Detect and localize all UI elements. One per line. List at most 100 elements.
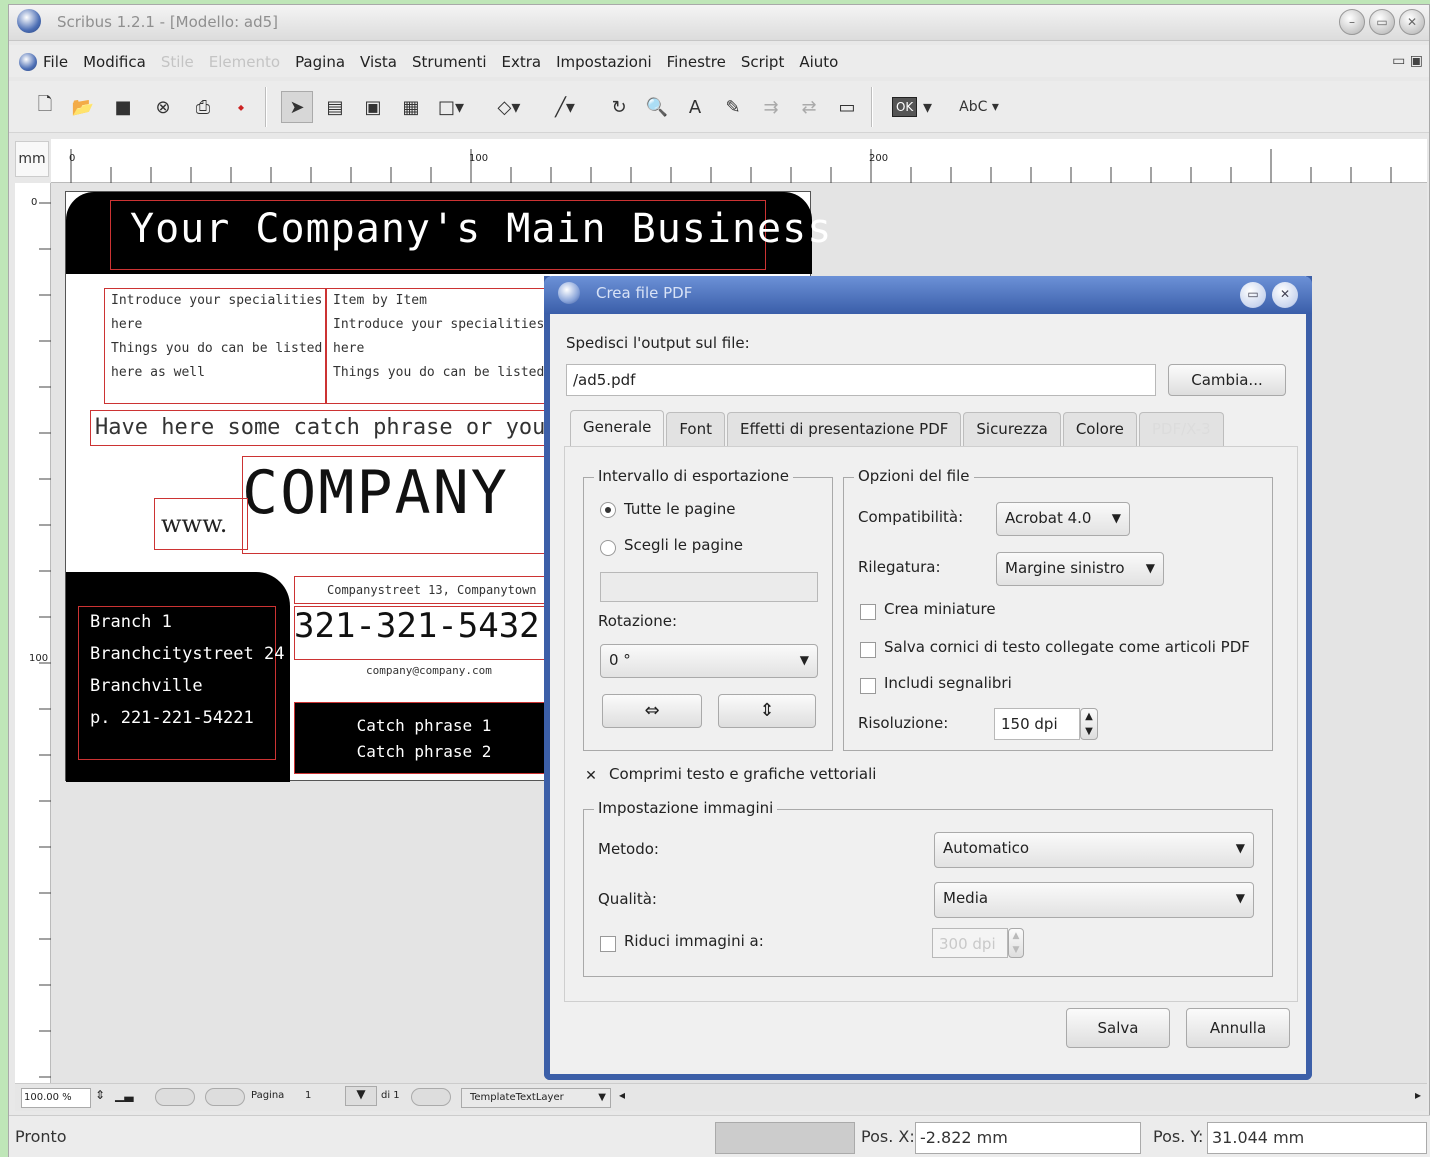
- measure-icon[interactable]: ▭: [831, 91, 863, 123]
- link-icon[interactable]: ⇉: [755, 91, 787, 123]
- mirror-horizontal-button[interactable]: ⇔: [602, 694, 702, 728]
- tab-colore[interactable]: Colore: [1062, 412, 1137, 446]
- unlink-icon[interactable]: ⇄: [793, 91, 825, 123]
- document-menu-icon[interactable]: [19, 53, 37, 71]
- spec-left-2: here: [111, 317, 143, 332]
- ok-icon[interactable]: OK ▾: [885, 91, 939, 123]
- compat-select[interactable]: Acrobat 4.0 ▼: [996, 502, 1130, 536]
- zoom-field[interactable]: 100.00 %: [21, 1088, 91, 1108]
- thumbnails-label[interactable]: Crea miniature: [884, 600, 996, 618]
- image-frame-icon[interactable]: ▣: [357, 91, 389, 123]
- open-folder-icon[interactable]: 📂: [67, 91, 99, 123]
- page-dropdown-icon[interactable]: ▼: [345, 1086, 377, 1106]
- dialog-maximize-icon[interactable]: ▭: [1240, 282, 1266, 308]
- quality-select[interactable]: Media ▼: [934, 882, 1254, 918]
- spell-check-icon[interactable]: AbC ▾: [949, 91, 1009, 123]
- downsample-field[interactable]: 300 dpi: [932, 928, 1008, 958]
- minimize-icon[interactable]: –: [1339, 9, 1365, 35]
- scroll-left-icon[interactable]: ◂: [619, 1088, 625, 1102]
- specialties-left-frame[interactable]: Introduce your specialities here Things …: [104, 288, 326, 404]
- save-linked-frames-checkbox[interactable]: [860, 642, 876, 658]
- restore-icon[interactable]: ▭: [1369, 9, 1395, 35]
- first-page-button[interactable]: [155, 1088, 195, 1106]
- rotate-icon[interactable]: ↻: [603, 91, 635, 123]
- eyedropper-icon[interactable]: ✎: [717, 91, 749, 123]
- tab-font[interactable]: Font: [666, 412, 726, 446]
- new-document-icon[interactable]: 🗋: [29, 91, 61, 123]
- print-icon[interactable]: ⎙: [187, 91, 219, 123]
- tab-generale[interactable]: Generale: [570, 410, 665, 446]
- previous-page-button[interactable]: [205, 1088, 245, 1106]
- bookmarks-label[interactable]: Includi segnalibri: [884, 674, 1012, 692]
- all-pages-label[interactable]: Tutte le pagine: [624, 500, 735, 518]
- file-options-group: Opzioni del file Compatibilità: Acrobat …: [843, 467, 1273, 751]
- tab-effetti-di-presentazione-pdf[interactable]: Effetti di presentazione PDF: [727, 412, 962, 446]
- menu-pagina[interactable]: Pagina: [295, 53, 345, 71]
- text-frame-icon[interactable]: ▤: [319, 91, 351, 123]
- line-icon[interactable]: ╱▾: [549, 91, 581, 123]
- rectangle-icon[interactable]: □▾: [435, 91, 467, 123]
- menu-vista[interactable]: Vista: [360, 53, 397, 71]
- menu-modifica[interactable]: Modifica: [83, 53, 146, 71]
- save-icon[interactable]: ■: [107, 91, 139, 123]
- next-page-button[interactable]: [411, 1088, 451, 1106]
- table-icon[interactable]: ▦: [395, 91, 427, 123]
- pdf-icon[interactable]: ⬩: [225, 91, 257, 123]
- change-file-button[interactable]: Cambia...: [1168, 364, 1286, 396]
- menu-finestre[interactable]: Finestre: [667, 53, 726, 71]
- menu-impostazioni[interactable]: Impostazioni: [556, 53, 652, 71]
- menu-script[interactable]: Script: [741, 53, 785, 71]
- branch-line-2: Branchcitystreet 24: [90, 644, 285, 664]
- save-button[interactable]: Salva: [1066, 1008, 1170, 1048]
- page-field[interactable]: 1: [305, 1090, 311, 1101]
- spec-right-4: Things you do can be listed: [333, 365, 545, 380]
- catch-phrases-frame[interactable]: Catch phrase 1 Catch phrase 2: [294, 702, 554, 774]
- downsample-checkbox[interactable]: [600, 936, 616, 952]
- compress-checkbox[interactable]: ✕: [583, 769, 599, 785]
- resolution-spin-icon[interactable]: ▲ ▼: [1080, 708, 1098, 740]
- page-range-field[interactable]: [600, 572, 818, 602]
- binding-select[interactable]: Margine sinistro ▼: [996, 552, 1164, 586]
- resolution-field[interactable]: 150 dpi: [994, 708, 1080, 740]
- close-window-icon[interactable]: ✕: [1399, 9, 1425, 35]
- method-select[interactable]: Automatico ▼: [934, 832, 1254, 868]
- cancel-button[interactable]: Annulla: [1186, 1008, 1290, 1048]
- chevron-down-icon: ▼: [1145, 561, 1155, 575]
- ruler-unit[interactable]: mm: [15, 141, 49, 177]
- all-pages-radio[interactable]: [600, 502, 616, 518]
- dialog-app-icon[interactable]: [558, 282, 580, 304]
- dialog-close-icon[interactable]: ✕: [1272, 282, 1298, 308]
- menu-strumenti[interactable]: Strumenti: [412, 53, 486, 71]
- downsample-spin-icon[interactable]: ▲ ▼: [1008, 928, 1024, 958]
- edit-text-icon[interactable]: A: [679, 91, 711, 123]
- thumbnails-checkbox[interactable]: [860, 604, 876, 620]
- mdi-window-controls[interactable]: ▭ ▣: [1392, 53, 1423, 69]
- zoom-icon[interactable]: 🔍: [641, 91, 673, 123]
- bookmarks-checkbox[interactable]: [860, 678, 876, 694]
- save-linked-frames-label[interactable]: Salva cornici di testo collegate come ar…: [884, 638, 1250, 656]
- choose-pages-radio[interactable]: [600, 540, 616, 556]
- close-icon[interactable]: ⊗: [147, 91, 179, 123]
- mirror-vertical-button[interactable]: ⇕: [718, 694, 816, 728]
- menu-aiuto[interactable]: Aiuto: [799, 53, 838, 71]
- menu-extra[interactable]: Extra: [502, 53, 542, 71]
- company-street-frame[interactable]: Companystreet 13, Companytown: [294, 576, 554, 604]
- zoom-out-icon[interactable]: ▁▃: [115, 1088, 133, 1102]
- scroll-right-icon[interactable]: ▸: [1415, 1088, 1421, 1102]
- menu-file[interactable]: File: [43, 53, 68, 71]
- compress-label[interactable]: Comprimi testo e grafiche vettoriali: [609, 765, 876, 783]
- choose-pages-label[interactable]: Scegli le pagine: [624, 536, 743, 554]
- specialties-right-frame[interactable]: Item by Item Introduce your specialities…: [326, 288, 558, 404]
- www-frame[interactable]: www.: [154, 498, 248, 550]
- rotation-select[interactable]: 0 ° ▼: [600, 644, 818, 678]
- select-arrow-icon[interactable]: ➤: [281, 91, 313, 123]
- downsample-label[interactable]: Riduci immagini a:: [624, 932, 764, 950]
- polygon-icon[interactable]: ◇▾: [493, 91, 525, 123]
- scribus-app-icon[interactable]: [17, 9, 41, 33]
- catch-phrase-frame[interactable]: Have here some catch phrase or your: [90, 410, 560, 446]
- output-file-field[interactable]: /ad5.pdf: [566, 364, 1156, 396]
- layer-select[interactable]: TemplateTextLayer ▼: [461, 1088, 611, 1108]
- tab-sicurezza[interactable]: Sicurezza: [963, 412, 1061, 446]
- zoom-spin-icon[interactable]: ⇕: [95, 1088, 105, 1102]
- progress-bar: [715, 1122, 855, 1154]
